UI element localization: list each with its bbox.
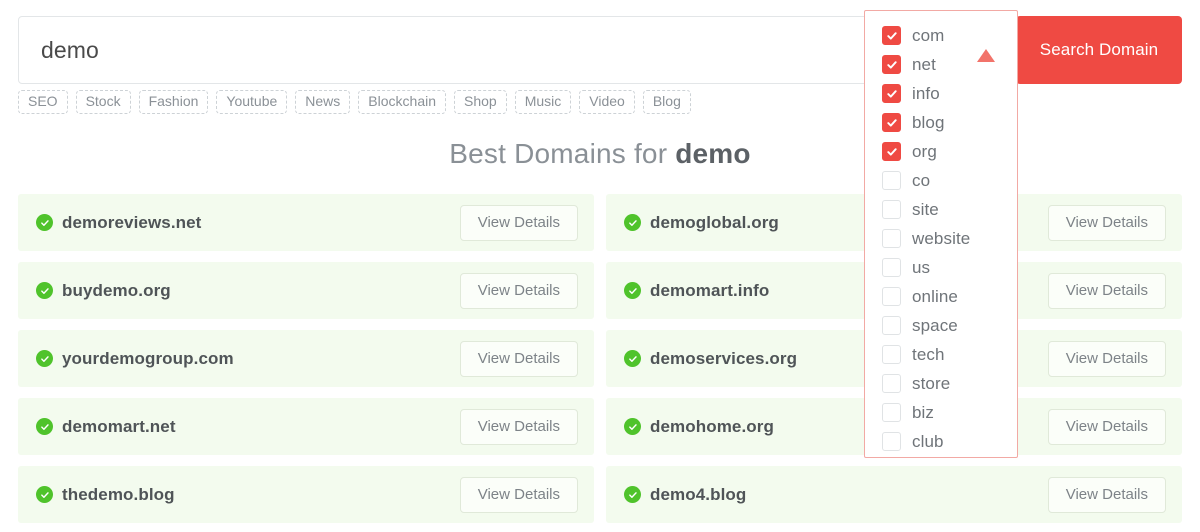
tld-option-label: us bbox=[912, 258, 931, 277]
available-check-icon bbox=[36, 350, 53, 367]
domain-result-row: demoreviews.net View Details bbox=[18, 194, 594, 251]
checkbox-unchecked-icon[interactable] bbox=[882, 258, 901, 277]
available-check-icon bbox=[624, 350, 641, 367]
tld-option-club[interactable]: club bbox=[865, 427, 1017, 456]
available-check-icon bbox=[624, 282, 641, 299]
domain-name: demo4.blog bbox=[650, 484, 747, 504]
tld-option-org[interactable]: org bbox=[865, 137, 1017, 166]
page-title-prefix: Best Domains for bbox=[449, 138, 676, 169]
view-details-button[interactable]: View Details bbox=[459, 272, 578, 309]
tld-option-biz[interactable]: biz bbox=[865, 398, 1017, 427]
category-tag[interactable]: Youtube bbox=[216, 90, 288, 114]
tld-filter-dropdown: com net info blog org co site website us online sp… bbox=[864, 10, 1018, 458]
search-input[interactable] bbox=[39, 35, 995, 65]
tld-option-store[interactable]: store bbox=[865, 369, 1017, 398]
domain-name: demoreviews.net bbox=[62, 212, 202, 232]
tld-option-label: net bbox=[912, 55, 936, 74]
available-check-icon bbox=[624, 418, 641, 435]
domain-search-page: Search Domain SEO Stock Fashion Youtube News… bbox=[0, 0, 1200, 532]
view-details-button[interactable]: View Details bbox=[1047, 408, 1166, 445]
checkbox-checked-icon[interactable] bbox=[882, 113, 901, 132]
category-tag[interactable]: Fashion bbox=[138, 90, 209, 114]
tld-option-label: store bbox=[912, 374, 951, 393]
tld-option-label: biz bbox=[912, 403, 935, 422]
category-tag[interactable]: SEO bbox=[18, 90, 68, 114]
available-check-icon bbox=[624, 486, 641, 503]
category-tag[interactable]: Blog bbox=[642, 90, 691, 114]
tld-option-label: site bbox=[912, 200, 939, 219]
tld-option-label: space bbox=[912, 316, 958, 335]
tld-option-com[interactable]: com bbox=[865, 21, 1017, 50]
caret-up-icon[interactable] bbox=[977, 49, 995, 62]
available-check-icon bbox=[624, 214, 641, 231]
tld-option-co[interactable]: co bbox=[865, 166, 1017, 195]
checkbox-unchecked-icon[interactable] bbox=[882, 345, 901, 364]
tld-option-label: org bbox=[912, 142, 937, 161]
tld-option-site[interactable]: site bbox=[865, 195, 1017, 224]
tld-option-label: website bbox=[912, 229, 971, 248]
tld-option-info[interactable]: info bbox=[865, 79, 1017, 108]
available-check-icon bbox=[36, 214, 53, 231]
category-tag[interactable]: Stock bbox=[75, 90, 131, 114]
checkbox-unchecked-icon[interactable] bbox=[882, 200, 901, 219]
view-details-button[interactable]: View Details bbox=[1047, 204, 1166, 241]
tld-option-label: online bbox=[912, 287, 958, 306]
tld-option-label: blog bbox=[912, 113, 945, 132]
checkbox-checked-icon[interactable] bbox=[882, 55, 901, 74]
tld-option-list: com net info blog org co site website us online sp… bbox=[865, 21, 1017, 456]
checkbox-unchecked-icon[interactable] bbox=[882, 229, 901, 248]
domain-name: thedemo.blog bbox=[62, 484, 175, 504]
checkbox-unchecked-icon[interactable] bbox=[882, 432, 901, 451]
checkbox-unchecked-icon[interactable] bbox=[882, 316, 901, 335]
domain-result-row: thedemo.blog View Details bbox=[18, 466, 594, 523]
checkbox-unchecked-icon[interactable] bbox=[882, 403, 901, 422]
page-title: Best Domains for demo bbox=[0, 138, 1200, 170]
tld-option-tech[interactable]: tech bbox=[865, 340, 1017, 369]
tld-option-label: com bbox=[912, 26, 945, 45]
view-details-button[interactable]: View Details bbox=[459, 408, 578, 445]
checkbox-checked-icon[interactable] bbox=[882, 26, 901, 45]
checkbox-unchecked-icon[interactable] bbox=[882, 171, 901, 190]
tld-option-label: club bbox=[912, 432, 944, 451]
tld-option-label: info bbox=[912, 84, 940, 103]
available-check-icon bbox=[36, 418, 53, 435]
tld-option-space[interactable]: space bbox=[865, 311, 1017, 340]
domain-name: yourdemogroup.com bbox=[62, 348, 234, 368]
available-check-icon bbox=[36, 486, 53, 503]
domain-result-row: yourdemogroup.com View Details bbox=[18, 330, 594, 387]
search-domain-button[interactable]: Search Domain bbox=[1016, 16, 1182, 84]
domain-name: demomart.net bbox=[62, 416, 176, 436]
category-tag[interactable]: Shop bbox=[454, 90, 507, 114]
tld-option-us[interactable]: us bbox=[865, 253, 1017, 282]
category-tag[interactable]: News bbox=[295, 90, 351, 114]
category-tag[interactable]: Music bbox=[514, 90, 572, 114]
tld-option-blog[interactable]: blog bbox=[865, 108, 1017, 137]
domain-name: buydemo.org bbox=[62, 280, 171, 300]
view-details-button[interactable]: View Details bbox=[1047, 340, 1166, 377]
domain-result-row: demomart.net View Details bbox=[18, 398, 594, 455]
checkbox-unchecked-icon[interactable] bbox=[882, 374, 901, 393]
tld-option-online[interactable]: online bbox=[865, 282, 1017, 311]
checkbox-checked-icon[interactable] bbox=[882, 142, 901, 161]
view-details-button[interactable]: View Details bbox=[459, 476, 578, 513]
view-details-button[interactable]: View Details bbox=[1047, 272, 1166, 309]
tld-option-label: co bbox=[912, 171, 931, 190]
available-check-icon bbox=[36, 282, 53, 299]
view-details-button[interactable]: View Details bbox=[459, 204, 578, 241]
domain-result-row: demo4.blog View Details bbox=[606, 466, 1182, 523]
category-tag[interactable]: Blockchain bbox=[358, 90, 446, 114]
checkbox-checked-icon[interactable] bbox=[882, 84, 901, 103]
category-tag[interactable]: Video bbox=[579, 90, 635, 114]
domain-result-row: buydemo.org View Details bbox=[18, 262, 594, 319]
tld-option-label: tech bbox=[912, 345, 945, 364]
tld-option-website[interactable]: website bbox=[865, 224, 1017, 253]
view-details-button[interactable]: View Details bbox=[459, 340, 578, 377]
checkbox-unchecked-icon[interactable] bbox=[882, 287, 901, 306]
page-title-keyword: demo bbox=[675, 138, 751, 169]
view-details-button[interactable]: View Details bbox=[1047, 476, 1166, 513]
